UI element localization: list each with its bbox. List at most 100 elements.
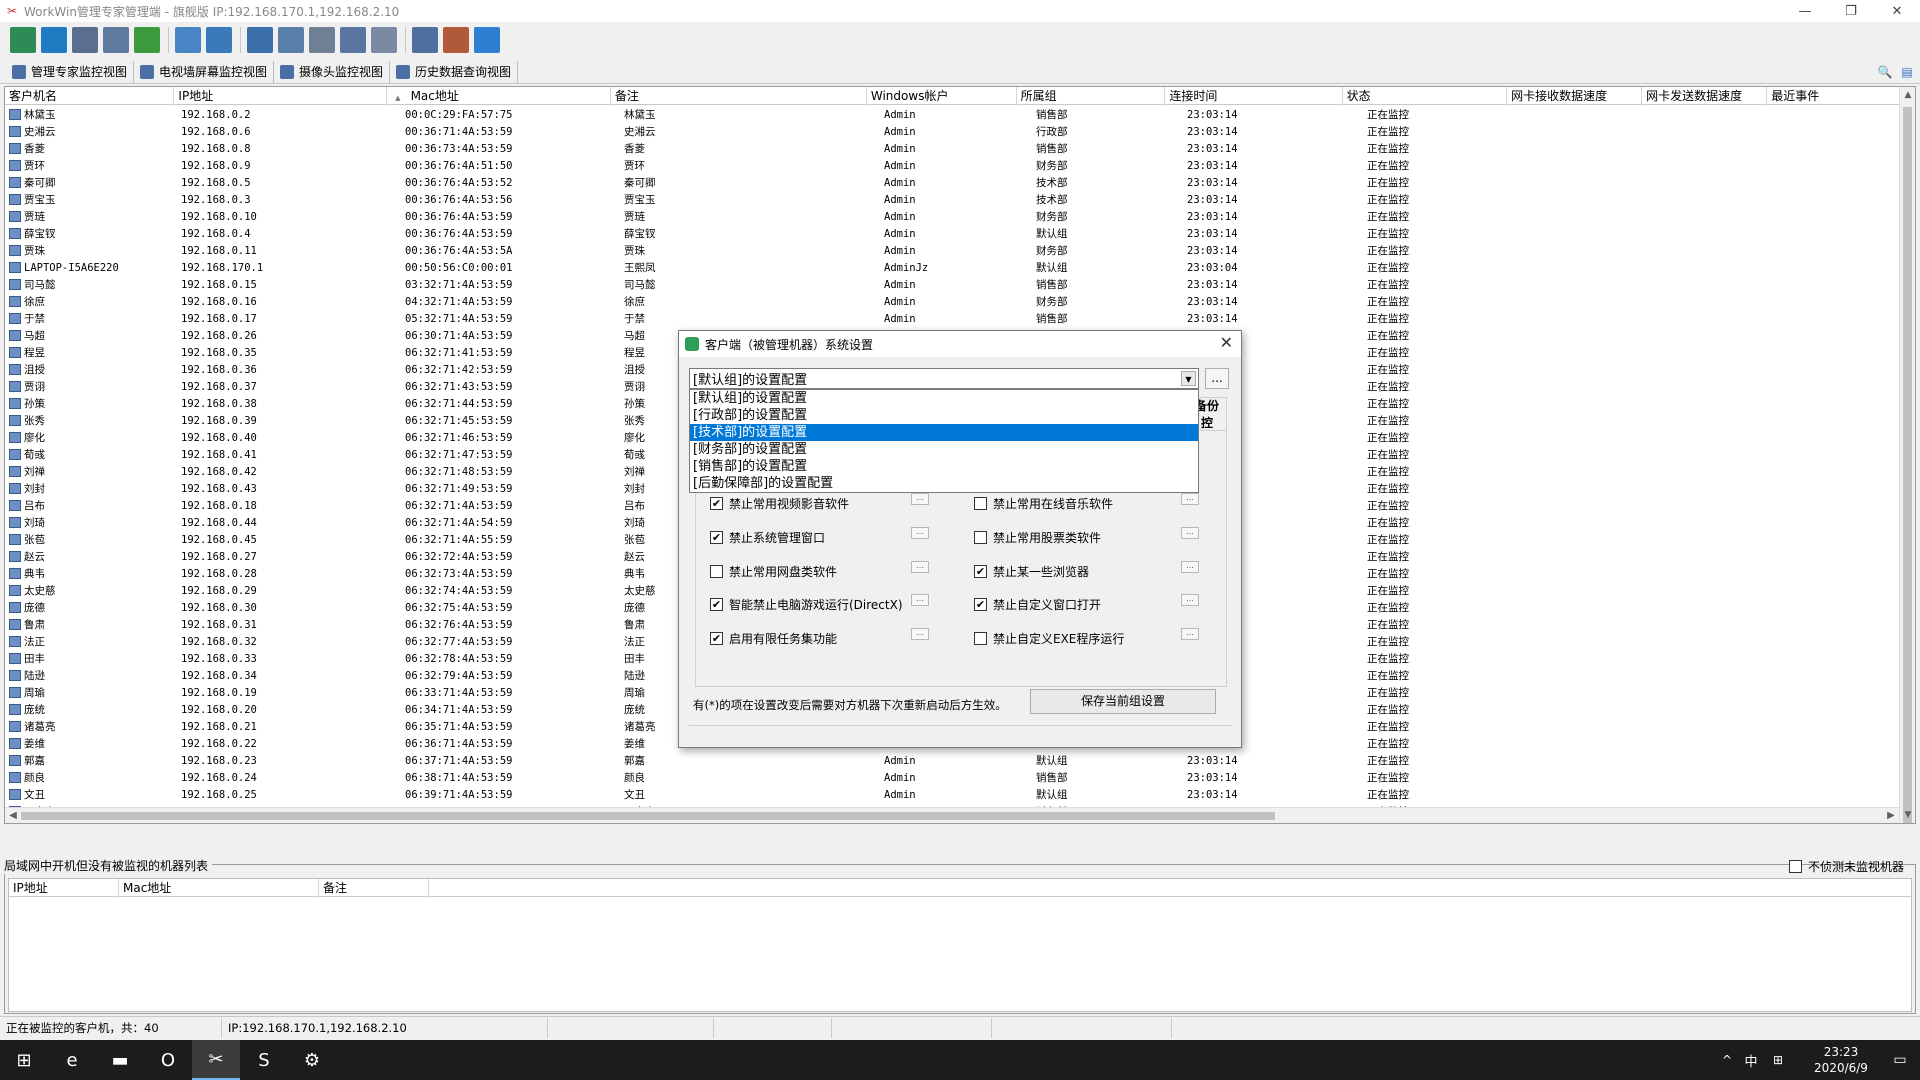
- tab-monitor-view[interactable]: 管理专家监控视图: [6, 60, 135, 83]
- table-row[interactable]: 颜良 192.168.0.24 06:38:71:4A:53:59 颜良 Admin 销售…: [5, 769, 1895, 786]
- column-header[interactable]: 备注: [319, 879, 429, 897]
- table-row[interactable]: 贾环 192.168.0.9 00:36:76:4A:51:50 贾环 Admin 财务部…: [5, 157, 1895, 174]
- setting-checkbox[interactable]: ✔ 禁止某一些浏览器: [974, 563, 1089, 580]
- windows-start-icon[interactable]: ⊞: [0, 1040, 48, 1080]
- dropdown-option[interactable]: [技术部]的设置配置: [690, 424, 1198, 441]
- db-icon[interactable]: [10, 27, 36, 53]
- window-copy-icon[interactable]: [340, 27, 366, 53]
- workwin-icon[interactable]: ✂: [192, 1040, 240, 1080]
- sogou-icon[interactable]: S: [240, 1040, 288, 1080]
- notification-icon[interactable]: ▭: [1880, 1052, 1920, 1068]
- setting-checkbox[interactable]: ✔ 禁止自定义窗口打开: [974, 596, 1101, 613]
- report-icon[interactable]: [309, 27, 335, 53]
- explorer-icon[interactable]: ▬: [96, 1040, 144, 1080]
- column-header[interactable]: 客户机名: [5, 87, 175, 105]
- table-row[interactable]: 司马懿 192.168.0.15 03:32:71:4A:53:59 司马懿 Admin…: [5, 276, 1895, 293]
- setting-checkbox[interactable]: 禁止自定义EXE程序运行: [974, 630, 1124, 647]
- column-header[interactable]: 连接时间: [1165, 87, 1343, 105]
- checkbox-box[interactable]: [1788, 860, 1802, 873]
- setting-checkbox[interactable]: ✔ 禁止常用视频影音软件: [710, 495, 849, 512]
- scroll-up-icon[interactable]: ▲: [1900, 87, 1915, 103]
- export-icon[interactable]: [474, 27, 500, 53]
- chevron-down-icon[interactable]: ▼: [1181, 371, 1196, 386]
- setting-more-button[interactable]: ...: [911, 493, 929, 505]
- vertical-scrollbar[interactable]: ▲ ▼: [1899, 87, 1915, 823]
- dialog-close-button[interactable]: ✕: [1220, 333, 1233, 352]
- setting-more-button[interactable]: ...: [911, 561, 929, 573]
- table-row[interactable]: 徐庶 192.168.0.16 04:32:71:4A:53:59 徐庶 Admin 财务…: [5, 293, 1895, 310]
- tab-tv-wall-view[interactable]: 电视墙屏幕监控视图: [134, 60, 275, 83]
- screen-icon[interactable]: [247, 27, 273, 53]
- setting-more-button[interactable]: ...: [1181, 594, 1199, 606]
- table-row[interactable]: 林黛玉 192.168.0.2 00:0C:29:FA:57:75 林黛玉 Admin 销…: [5, 106, 1895, 123]
- table-row[interactable]: 秦可卿 192.168.0.5 00:36:76:4A:53:52 秦可卿 Admin 技…: [5, 174, 1895, 191]
- minimize-button[interactable]: —: [1782, 0, 1828, 22]
- checkbox-unchecked[interactable]: [974, 531, 987, 544]
- settings-app-icon[interactable]: ⚙: [288, 1040, 336, 1080]
- table-row[interactable]: 贾宝玉 192.168.0.3 00:36:76:4A:53:56 贾宝玉 Admin 技…: [5, 191, 1895, 208]
- table-row[interactable]: 郭嘉 192.168.0.23 06:37:71:4A:53:59 郭嘉 Admin 默认…: [5, 752, 1895, 769]
- opera-icon[interactable]: O: [144, 1040, 192, 1080]
- setting-more-button[interactable]: ...: [1181, 493, 1199, 505]
- column-header[interactable]: ▲ Mac地址: [387, 87, 611, 105]
- setting-checkbox[interactable]: ✔ 启用有限任务集功能: [710, 630, 837, 647]
- table-icon[interactable]: [443, 27, 469, 53]
- table-row[interactable]: 薛宝钗 192.168.0.4 00:36:76:4A:53:59 薛宝钗 Admin 默…: [5, 225, 1895, 242]
- mail-icon[interactable]: [103, 27, 129, 53]
- pin-icon[interactable]: [206, 27, 232, 53]
- group-config-select[interactable]: [默认组]的设置配置 ▼: [689, 368, 1199, 389]
- setting-checkbox[interactable]: 禁止常用网盘类软件: [710, 563, 837, 580]
- checkbox-unchecked[interactable]: [974, 632, 987, 645]
- dropdown-option[interactable]: [财务部]的设置配置: [690, 441, 1198, 458]
- layout-icon[interactable]: ▤: [1898, 63, 1916, 81]
- dropdown-option[interactable]: [后勤保障部]的设置配置: [690, 475, 1198, 492]
- no-detect-checkbox[interactable]: 不侦测未监视机器: [1788, 858, 1904, 875]
- scroll-right-icon[interactable]: ▶: [1883, 808, 1899, 823]
- horizontal-scrollbar[interactable]: ◀ ▶: [5, 807, 1899, 823]
- ime-indicator[interactable]: 中: [1738, 1051, 1764, 1070]
- scroll-thumb[interactable]: [1903, 107, 1912, 823]
- restore-button[interactable]: ❐: [1828, 0, 1874, 22]
- column-header[interactable]: Windows帐户: [867, 87, 1017, 105]
- table-row[interactable]: LAPTOP-I5A6E220 192.168.170.1 00:50:56:C0:…: [5, 259, 1895, 276]
- column-header[interactable]: 网卡接收数据速度: [1507, 87, 1643, 105]
- search-icon[interactable]: 🔍: [1876, 63, 1894, 81]
- tray-chevron-icon[interactable]: ^: [1716, 1053, 1738, 1067]
- checkbox-checked[interactable]: ✔: [974, 598, 987, 611]
- column-header[interactable]: IP地址: [174, 87, 388, 105]
- setting-more-button[interactable]: ...: [1181, 628, 1199, 640]
- checkbox-checked[interactable]: ✔: [974, 565, 987, 578]
- scroll-down-icon[interactable]: ▼: [1900, 807, 1915, 823]
- dropdown-option[interactable]: [行政部]的设置配置: [690, 407, 1198, 424]
- screen-arrow-icon[interactable]: [278, 27, 304, 53]
- ime-mode-icon[interactable]: ⊞: [1764, 1053, 1792, 1067]
- column-header[interactable]: 最近事件: [1767, 87, 1915, 105]
- config-more-button[interactable]: ...: [1205, 368, 1229, 389]
- edge-icon[interactable]: e: [48, 1040, 96, 1080]
- monitor-settings-icon[interactable]: [72, 27, 98, 53]
- setting-more-button[interactable]: ...: [1181, 561, 1199, 573]
- table-row[interactable]: 文丑 192.168.0.25 06:39:71:4A:53:59 文丑 Admin 默认…: [5, 786, 1895, 803]
- table-row[interactable]: 贾珠 192.168.0.11 00:36:76:4A:53:5A 贾珠 Admin 财务…: [5, 242, 1895, 259]
- scroll-left-icon[interactable]: ◀: [5, 808, 21, 823]
- setting-more-button[interactable]: ...: [1181, 527, 1199, 539]
- setting-checkbox[interactable]: 禁止常用在线音乐软件: [974, 495, 1113, 512]
- dropdown-option[interactable]: [销售部]的设置配置: [690, 458, 1198, 475]
- checkbox-checked[interactable]: ✔: [710, 632, 723, 645]
- save-group-settings-button[interactable]: 保存当前组设置: [1030, 689, 1216, 714]
- column-header[interactable]: 状态: [1343, 87, 1508, 105]
- column-header[interactable]: 所属组: [1017, 87, 1166, 105]
- disc-icon[interactable]: [371, 27, 397, 53]
- column-header[interactable]: 备注: [611, 87, 867, 105]
- column-header[interactable]: IP地址: [9, 879, 119, 897]
- checkbox-unchecked[interactable]: [974, 497, 987, 510]
- hscroll-thumb[interactable]: [21, 812, 1275, 820]
- checkbox-checked[interactable]: ✔: [710, 497, 723, 510]
- close-window-button[interactable]: ✕: [1874, 0, 1920, 22]
- table-row[interactable]: 于禁 192.168.0.17 05:32:71:4A:53:59 于禁 Admin 销售…: [5, 310, 1895, 327]
- table-row[interactable]: 史湘云 192.168.0.6 00:36:71:4A:53:59 史湘云 Admin 行…: [5, 123, 1895, 140]
- globe-icon[interactable]: [41, 27, 67, 53]
- dropdown-option[interactable]: [默认组]的设置配置: [690, 390, 1198, 407]
- tab-history-view[interactable]: 历史数据查询视图: [390, 60, 519, 83]
- setting-more-button[interactable]: ...: [911, 628, 929, 640]
